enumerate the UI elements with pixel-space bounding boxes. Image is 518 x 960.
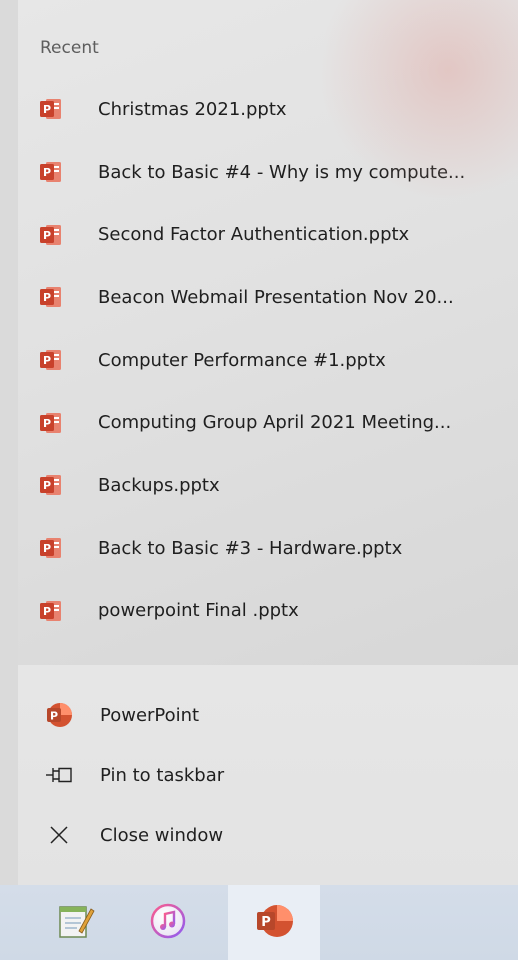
pptx-file-icon: P [40,474,62,496]
recent-file-label: Beacon Webmail Presentation Nov 20... [98,286,454,308]
recent-file-label: Backups.pptx [98,474,220,496]
recent-file-label: Back to Basic #4 - Why is my compute... [98,161,466,183]
pptx-file-icon: P [40,412,62,434]
pptx-file-icon: P [40,161,62,183]
recent-file-item[interactable]: P Back to Basic #3 - Hardware.pptx [18,517,518,580]
recent-file-item[interactable]: P Christmas 2021.pptx [18,78,518,141]
recent-list: P Christmas 2021.pptx P Back to Basic #4… [18,78,518,642]
close-icon [44,820,74,850]
pin-to-taskbar-button[interactable]: Pin to taskbar [18,745,518,805]
recent-file-label: Back to Basic #3 - Hardware.pptx [98,537,403,559]
open-app-button[interactable]: P PowerPoint [18,685,518,745]
svg-text:P: P [43,605,51,618]
pin-icon [44,760,74,790]
jump-list: Recent P Christmas 2021.pptx P Back to B… [18,0,518,885]
svg-text:P: P [43,542,51,555]
app-name-label: PowerPoint [100,704,200,726]
pptx-file-icon: P [40,286,62,308]
itunes-icon [149,902,187,944]
pptx-file-icon: P [40,349,62,371]
pptx-file-icon: P [40,224,62,246]
svg-text:P: P [43,166,51,179]
taskbar: P [0,885,518,960]
recent-file-item[interactable]: P Beacon Webmail Presentation Nov 20... [18,266,518,329]
recent-file-label: powerpoint Final .pptx [98,600,299,622]
powerpoint-icon: P [44,700,74,730]
powerpoint-icon: P [254,902,294,944]
recent-file-label: Christmas 2021.pptx [98,98,287,120]
svg-text:P: P [261,915,271,930]
recent-file-item[interactable]: P Computing Group April 2021 Meeting... [18,391,518,454]
svg-text:P: P [43,479,51,492]
recent-file-item[interactable]: P Backups.pptx [18,454,518,517]
recent-file-label: Second Factor Authentication.pptx [98,224,410,246]
svg-text:P: P [43,354,51,367]
taskbar-notepad-button[interactable] [30,885,122,960]
notepad-icon [57,901,95,945]
desktop-edge [0,0,18,885]
pptx-file-icon: P [40,537,62,559]
recent-section-title: Recent [40,38,99,58]
close-window-label: Close window [100,824,224,846]
recent-file-label: Computer Performance #1.pptx [98,349,386,371]
recent-file-item[interactable]: P Back to Basic #4 - Why is my compute..… [18,141,518,204]
svg-text:P: P [43,417,51,430]
recent-file-item[interactable]: P Computer Performance #1.pptx [18,329,518,392]
recent-panel: Recent P Christmas 2021.pptx P Back to B… [18,0,518,665]
svg-text:P: P [43,291,51,304]
taskbar-powerpoint-button[interactable]: P [228,885,320,960]
svg-text:P: P [43,229,51,242]
pptx-file-icon: P [40,600,62,622]
close-window-button[interactable]: Close window [18,805,518,865]
recent-file-label: Computing Group April 2021 Meeting... [98,412,452,434]
svg-text:P: P [50,710,58,723]
svg-text:P: P [43,103,51,116]
pptx-file-icon: P [40,98,62,120]
taskbar-itunes-button[interactable] [122,885,214,960]
recent-file-item[interactable]: P powerpoint Final .pptx [18,580,518,643]
recent-file-item[interactable]: P Second Factor Authentication.pptx [18,203,518,266]
actions-panel: P PowerPoint Pin to taskbar Close window [18,665,518,885]
pin-label: Pin to taskbar [100,764,225,786]
